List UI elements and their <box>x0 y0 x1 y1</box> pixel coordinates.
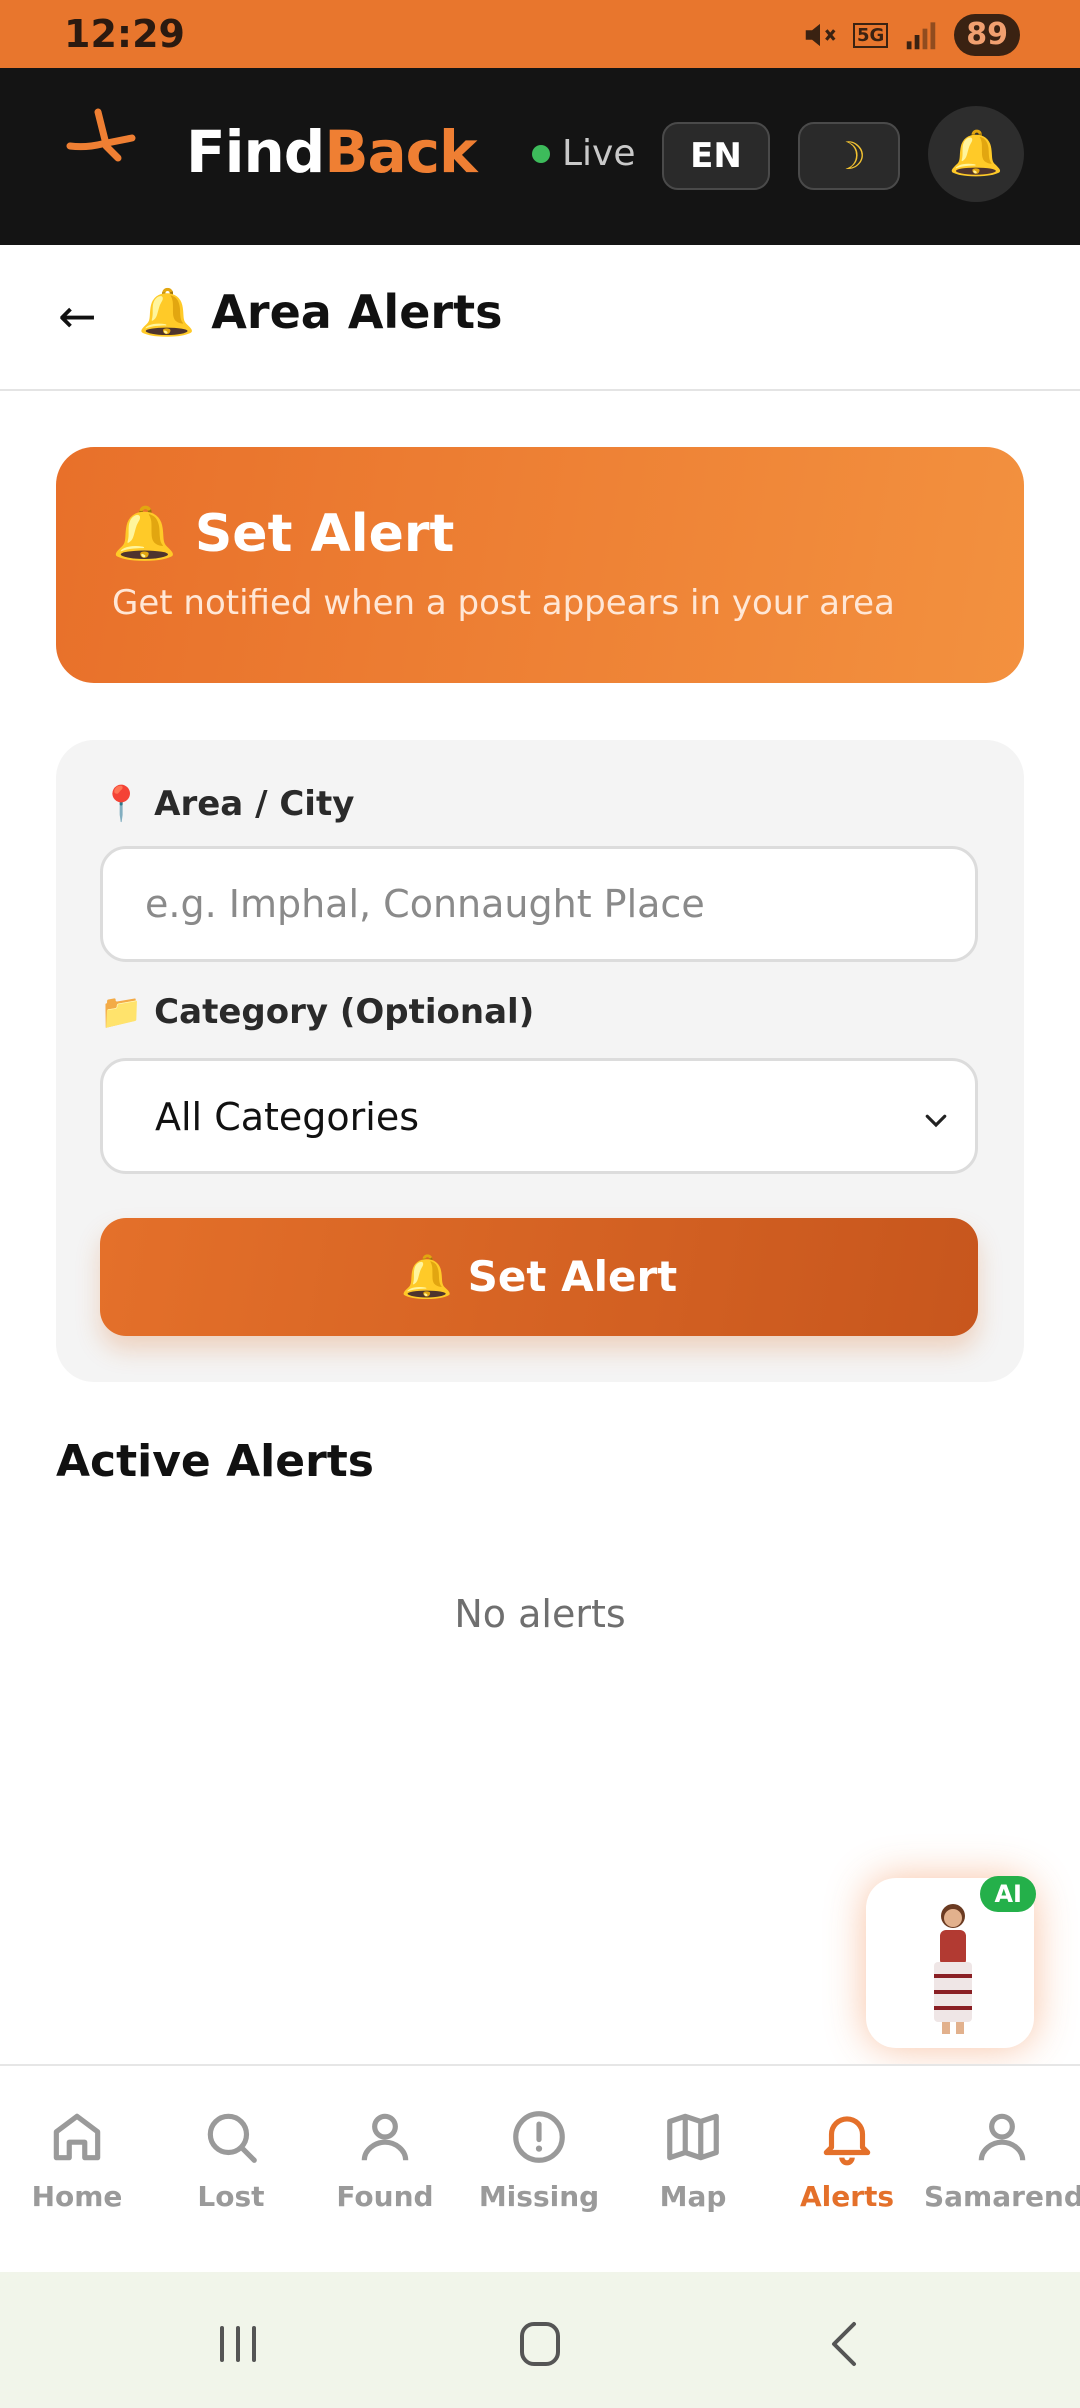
nav-lost[interactable]: Lost <box>154 2106 308 2213</box>
app-header: FindBack Live EN ☽ 🔔 <box>0 68 1080 245</box>
chevron-down-icon <box>925 1114 947 1128</box>
nav-found-label: Found <box>336 2180 434 2213</box>
set-alert-banner: 🔔 Set Alert Get notified when a post app… <box>56 447 1024 683</box>
home-button-icon[interactable] <box>510 2316 570 2372</box>
brand-find: Find <box>186 118 325 186</box>
signal-icon <box>907 22 936 50</box>
category-selected-value: All Categories <box>155 1095 420 1139</box>
ai-badge: AI <box>980 1876 1036 1912</box>
alert-form: 📍 Area / City 📁 Category (Optional) All … <box>56 740 1024 1382</box>
nav-lost-label: Lost <box>197 2180 265 2213</box>
findback-logo-icon <box>66 108 136 162</box>
ai-assistant-button[interactable]: AI <box>866 1876 1036 2048</box>
nav-profile[interactable]: Samarendra <box>924 2106 1080 2213</box>
user-icon <box>361 2113 409 2161</box>
nav-map-label: Map <box>659 2180 727 2213</box>
status-time: 12:29 <box>64 12 185 56</box>
bell-icon <box>823 2116 871 2166</box>
nav-missing[interactable]: Missing <box>462 2106 616 2213</box>
set-alert-button[interactable]: 🔔 Set Alert <box>100 1218 978 1336</box>
nav-map[interactable]: Map <box>616 2106 770 2213</box>
language-button[interactable]: EN <box>662 122 770 190</box>
banner-subtitle: Get notified when a post appears in your… <box>112 583 895 623</box>
area-input[interactable] <box>103 849 975 959</box>
moon-icon: ☽ <box>831 134 867 178</box>
network-type: 5G <box>852 22 889 48</box>
bottom-navigation: Home Lost Found Missing Map Alerts Samar… <box>0 2064 1080 2272</box>
empty-alerts-message: No alerts <box>454 1592 626 1636</box>
active-alerts-title: Active Alerts <box>56 1436 374 1487</box>
category-select[interactable]: All Categories <box>100 1058 978 1174</box>
nav-alerts-label: Alerts <box>799 2180 895 2213</box>
brand-name[interactable]: FindBack <box>186 118 478 186</box>
system-navigation-bar <box>0 2272 1080 2408</box>
area-field-wrapper <box>100 846 978 962</box>
category-label: 📁 Category (Optional) <box>100 992 535 1032</box>
brand-back: Back <box>324 118 477 186</box>
status-icons: 5G 89 <box>801 14 1020 56</box>
back-nav-icon[interactable] <box>814 2316 874 2372</box>
area-label: 📍 Area / City <box>100 784 355 824</box>
nav-profile-label: Samarendra <box>924 2180 1080 2213</box>
live-dot-icon <box>532 144 550 163</box>
nav-alerts[interactable]: Alerts <box>770 2106 924 2213</box>
profile-icon <box>978 2113 1026 2161</box>
page-title: 🔔 Area Alerts <box>138 285 503 339</box>
nav-found[interactable]: Found <box>308 2106 462 2213</box>
recent-apps-icon[interactable] <box>208 2316 268 2372</box>
search-icon <box>207 2113 257 2163</box>
assistant-avatar <box>934 1904 972 2034</box>
mute-icon <box>805 23 836 47</box>
nav-missing-label: Missing <box>478 2180 600 2213</box>
alert-circle-icon <box>513 2111 565 2163</box>
nav-home-label: Home <box>31 2180 123 2213</box>
page-header: ← 🔔 Area Alerts <box>0 245 1080 391</box>
map-icon <box>667 2113 719 2161</box>
theme-toggle-button[interactable]: ☽ <box>798 122 900 190</box>
nav-home[interactable]: Home <box>0 2106 154 2213</box>
home-icon <box>53 2113 101 2161</box>
notifications-button[interactable]: 🔔 <box>928 106 1024 202</box>
bell-icon: 🔔 <box>948 128 1004 179</box>
live-label: Live <box>562 133 636 174</box>
status-bar: 12:29 5G 89 <box>0 0 1080 68</box>
live-indicator: Live <box>532 133 636 174</box>
back-button[interactable]: ← <box>58 289 97 343</box>
banner-title: 🔔 Set Alert <box>112 504 455 564</box>
battery-level: 89 <box>954 14 1020 56</box>
